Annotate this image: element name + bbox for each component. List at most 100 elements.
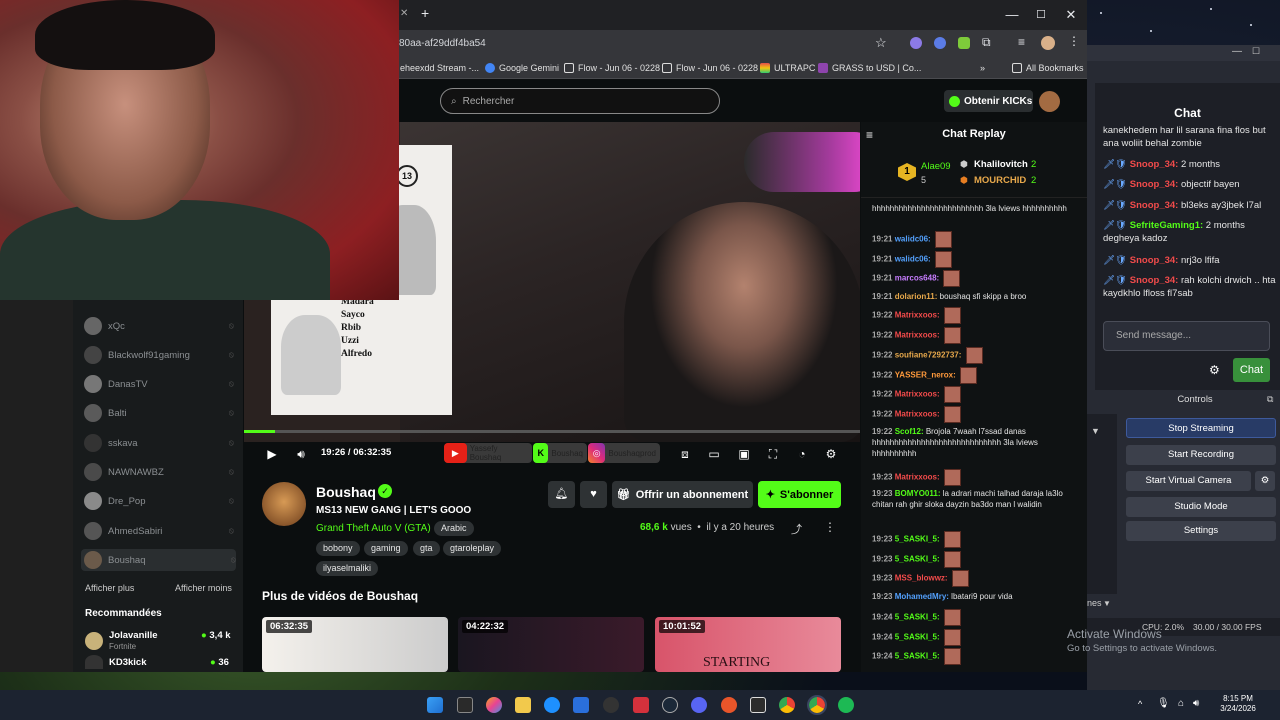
obs-icon[interactable] — [603, 697, 619, 713]
chat-username[interactable]: marcos648: — [895, 274, 939, 283]
dropdown-arrow-icon[interactable]: ▼ — [1103, 599, 1111, 608]
epic-games-icon[interactable] — [750, 697, 766, 713]
microphone-icon[interactable]: 🎙︎ — [1157, 698, 1170, 709]
chat-username[interactable]: Snoop_34: — [1130, 159, 1179, 170]
maximize-button[interactable]: ☐ — [1252, 46, 1260, 57]
notification-bell-button[interactable]: 🔔︎ — [548, 481, 575, 508]
stop-streaming-button[interactable]: Stop Streaming — [1126, 418, 1276, 438]
bookmark-item[interactable]: ULTRAPC — [760, 61, 815, 75]
chat-username[interactable]: 5_SASKI_5: — [895, 535, 940, 544]
chat-username[interactable]: Scof12: — [895, 427, 924, 436]
bookmarks-overflow-button[interactable]: » — [980, 61, 985, 75]
channel-avatar[interactable] — [262, 482, 306, 526]
sidebar-channel[interactable]: Blackwolf91gaming ⦸ — [84, 344, 234, 366]
video-thumbnail[interactable]: 10:01:52 STARTING — [655, 617, 841, 672]
close-button[interactable]: ✕ — [1061, 6, 1081, 24]
follow-button[interactable]: ✦ S'abonner — [758, 481, 841, 508]
tag-chip[interactable]: gta — [413, 541, 440, 556]
virtual-camera-settings-gear-icon[interactable]: ⚙ — [1255, 471, 1275, 491]
share-icon[interactable]: ⤴ — [791, 521, 802, 537]
settings-button[interactable]: Settings — [1126, 521, 1276, 541]
chrome-active-icon[interactable] — [807, 695, 827, 715]
popout-icon[interactable]: ⧉ — [1267, 394, 1273, 405]
playback-speed-icon[interactable]: ◔ — [794, 446, 810, 462]
tag-chip[interactable]: gtaroleplay — [443, 541, 502, 556]
all-bookmarks-button[interactable]: All Bookmarks — [1012, 61, 1084, 75]
sidebar-channel[interactable]: xQc ⦸ — [84, 315, 234, 337]
address-bar[interactable]: 80aa-af29ddf4ba54 — [399, 36, 899, 52]
extension-icon[interactable] — [910, 37, 922, 49]
copilot-icon[interactable] — [486, 697, 502, 713]
more-options-icon[interactable]: ⋮ — [824, 520, 836, 534]
chat-username[interactable]: Matrixxoos: — [895, 473, 940, 482]
chat-username[interactable]: walidc06: — [895, 235, 931, 244]
channel-name[interactable]: Boushaq — [316, 484, 376, 500]
chat-username[interactable]: BOMYO011: — [895, 489, 941, 498]
chat-settings-gear-icon[interactable]: ⚙ — [1209, 363, 1220, 377]
chat-username[interactable]: Snoop_34: — [1130, 275, 1179, 286]
user-avatar[interactable] — [1039, 91, 1060, 112]
video-thumbnail[interactable]: 04:22:32 — [458, 617, 644, 672]
tag-chip[interactable]: gaming — [364, 541, 408, 556]
chat-username[interactable]: 5_SASKI_5: — [895, 555, 940, 564]
tab-close-icon[interactable]: ✕ — [400, 8, 408, 19]
discord-icon[interactable] — [691, 697, 707, 713]
chat-username[interactable]: Snoop_34: — [1130, 179, 1179, 190]
chat-username[interactable]: dolarion11: — [895, 292, 938, 301]
sidebar-channel[interactable]: DanasTV ⦸ — [84, 373, 234, 395]
clip-icon[interactable]: ⧈ — [677, 446, 693, 462]
fullscreen-icon[interactable]: ⛶ — [765, 446, 781, 462]
instagram-link[interactable]: ◎ Boushaqprod — [588, 443, 660, 463]
get-kicks-button[interactable]: Obtenir KICKs — [944, 90, 1033, 112]
acrobat-icon[interactable] — [633, 697, 649, 713]
picture-in-picture-icon[interactable]: ▣ — [736, 446, 752, 462]
recommended-channel[interactable]: KD3kick ● 36 — [85, 655, 235, 670]
game-category-link[interactable]: Grand Theft Auto V (GTA) — [316, 523, 431, 534]
volume-icon[interactable]: 🔊︎ — [293, 446, 309, 462]
dropdown-arrow-icon[interactable]: ▼ — [1091, 426, 1100, 436]
chat-username[interactable]: 5_SASKI_5: — [895, 652, 940, 661]
chat-username[interactable]: Matrixxoos: — [895, 311, 940, 320]
chat-username[interactable]: Snoop_34: — [1130, 200, 1179, 211]
chat-username[interactable]: soufiane7292737: — [895, 351, 962, 360]
network-icon[interactable]: ⌂ — [1178, 698, 1184, 709]
search-input[interactable]: ⌕ Rechercher — [440, 88, 720, 114]
sidebar-channel-active[interactable]: Boushaq ⦸ — [81, 549, 236, 571]
menu-kebab-icon[interactable]: ⋮ — [1068, 34, 1080, 48]
video-progress-bar[interactable] — [244, 430, 860, 433]
chat-username[interactable]: Matrixxoos: — [895, 331, 940, 340]
minimize-button[interactable]: — — [1232, 46, 1242, 57]
sidebar-channel[interactable]: Balti ⦸ — [84, 402, 234, 424]
extension-icon[interactable] — [958, 37, 970, 49]
taskbar-clock[interactable]: 8:15 PM 3/24/2026 — [1208, 694, 1268, 714]
volume-icon[interactable]: 🔊︎ — [1193, 698, 1199, 709]
bookmark-item[interactable]: GRASS to USD | Co... — [818, 61, 921, 75]
show-less-link[interactable]: Afficher moins — [175, 583, 232, 593]
new-tab-button[interactable]: + — [421, 5, 429, 21]
tag-chip[interactable]: ilyaselmaliki — [316, 561, 379, 576]
chat-username[interactable]: Matrixxoos: — [895, 410, 940, 419]
favorite-heart-button[interactable]: ♥ — [580, 481, 607, 508]
video-thumbnail[interactable]: 06:32:35 — [262, 617, 448, 672]
tag-chip[interactable]: bobony — [316, 541, 360, 556]
profile-avatar[interactable] — [1041, 36, 1055, 50]
tray-chevron-icon[interactable]: ^ — [1138, 699, 1142, 709]
bookmark-item[interactable]: Flow - Jun 06 - 0228 — [662, 61, 758, 75]
chat-username[interactable]: Snoop_34: — [1130, 255, 1179, 266]
bookmark-item[interactable]: eheexdd Stream -... — [400, 61, 479, 75]
spotify-icon[interactable] — [838, 697, 854, 713]
media-icon[interactable]: ≡ — [1018, 35, 1025, 49]
studio-mode-button[interactable]: Studio Mode — [1126, 497, 1276, 517]
gift-subscription-button[interactable]: 🎁︎ Offrir un abonnement — [612, 481, 753, 508]
chat-username[interactable]: 5_SASKI_5: — [895, 613, 940, 622]
chat-username[interactable]: 5_SASKI_5: — [895, 633, 940, 642]
recommended-channel[interactable]: Jolavanille Fortnite ● 3,4 k — [85, 630, 235, 652]
sidebar-channel[interactable]: AhmedSabiri ⦸ — [84, 520, 234, 542]
show-more-link[interactable]: Afficher plus — [85, 583, 134, 593]
chat-username[interactable]: YASSER_nerox: — [895, 371, 956, 380]
maximize-button[interactable]: ☐ — [1031, 6, 1051, 24]
extension-icon[interactable] — [934, 37, 946, 49]
sidebar-channel[interactable]: Dre_Pop ⦸ — [84, 490, 234, 512]
settings-gear-icon[interactable]: ⚙ — [823, 446, 839, 462]
youtube-link[interactable]: ▶ Yassefy Boushaq — [444, 443, 532, 463]
